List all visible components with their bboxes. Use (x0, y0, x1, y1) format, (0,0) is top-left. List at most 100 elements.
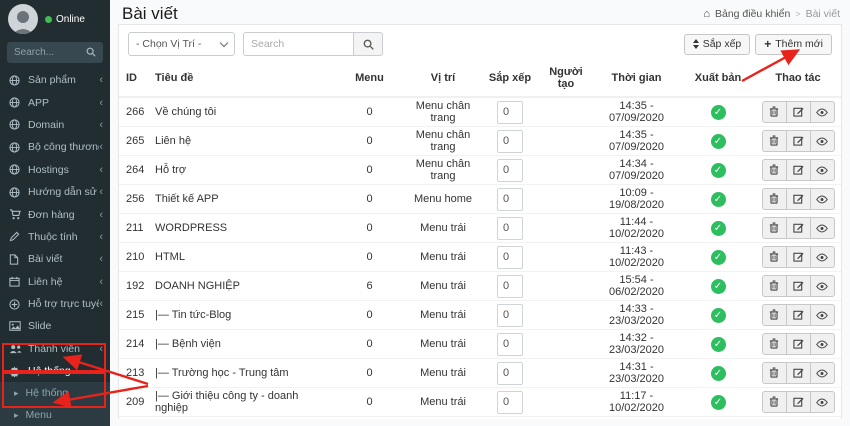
eye-button[interactable] (810, 188, 835, 210)
trash-icon (769, 163, 779, 178)
eye-button[interactable] (810, 130, 835, 152)
edit-button[interactable] (786, 391, 811, 413)
order-input[interactable] (497, 101, 523, 124)
breadcrumb-root[interactable]: Bảng điều khiển (715, 8, 790, 20)
column-header: Thời gian (592, 62, 681, 97)
cell-published: ✓ (681, 97, 755, 127)
cell-published: ✓ (681, 243, 755, 272)
sidebar-item[interactable]: APP‹ (0, 91, 110, 113)
sidebar-item[interactable]: Bộ công thương‹ (0, 136, 110, 158)
trash-button[interactable] (762, 333, 787, 355)
order-input[interactable] (497, 130, 523, 153)
sidebar-item[interactable]: Đơn hàng‹ (0, 203, 110, 225)
chevron-left-icon: ‹ (99, 253, 103, 265)
sidebar-item[interactable]: Hỗ trợ trực tuyến‹ (0, 293, 110, 315)
published-check-icon: ✓ (711, 221, 726, 236)
cell-id: 213 (119, 359, 148, 388)
eye-button[interactable] (810, 101, 835, 123)
cell-creator (540, 156, 592, 185)
trash-button[interactable] (762, 391, 787, 413)
cell-time: 14:31 - 23/03/2020 (592, 359, 681, 388)
trash-button[interactable] (762, 304, 787, 326)
eye-button[interactable] (810, 362, 835, 384)
sidebar-item[interactable]: Slide (0, 315, 110, 337)
chevron-left-icon: ‹ (99, 97, 103, 109)
sidebar-item[interactable]: Sản phẩm‹ (0, 69, 110, 91)
caret-right-icon: ▸ (14, 388, 19, 399)
trash-icon (769, 308, 779, 323)
sidebar-item[interactable]: Hostings‹ (0, 159, 110, 181)
eye-button[interactable] (810, 159, 835, 181)
sidebar-item[interactable]: Bài viết‹ (0, 248, 110, 270)
add-new-button[interactable]: + Thêm mới (755, 34, 832, 55)
search-icon[interactable] (86, 44, 96, 62)
eye-button[interactable] (810, 391, 835, 413)
eye-button[interactable] (810, 304, 835, 326)
position-select[interactable]: - Chọn Vị Trí - (128, 32, 235, 56)
trash-icon (769, 279, 779, 294)
trash-button[interactable] (762, 159, 787, 181)
edit-button[interactable] (786, 246, 811, 268)
order-input[interactable] (497, 217, 523, 240)
search-button[interactable] (353, 32, 383, 56)
sort-button[interactable]: Sắp xếp (684, 34, 751, 55)
eye-button[interactable] (810, 333, 835, 355)
edit-button[interactable] (786, 188, 811, 210)
cell-time: 11:17 - 10/02/2020 (592, 388, 681, 417)
order-input[interactable] (497, 188, 523, 211)
eye-button[interactable] (810, 246, 835, 268)
gear-icon (9, 366, 22, 377)
edit-button[interactable] (786, 130, 811, 152)
trash-button[interactable] (762, 275, 787, 297)
sidebar-item-label: Hệ thống (28, 365, 99, 377)
breadcrumb: ⌂ Bảng điều khiển > Bài viết (703, 8, 840, 20)
cell-published: ✓ (681, 214, 755, 243)
order-input[interactable] (497, 362, 523, 385)
cell-creator (540, 185, 592, 214)
globe-icon (9, 164, 22, 175)
cell-title: Liên hệ (148, 127, 333, 156)
trash-button[interactable] (762, 188, 787, 210)
sidebar-search-input[interactable] (14, 47, 86, 58)
trash-button[interactable] (762, 362, 787, 384)
sidebar-subitem[interactable]: ▸Menu (0, 404, 110, 426)
edit-button[interactable] (786, 362, 811, 384)
edit-button[interactable] (786, 275, 811, 297)
trash-button[interactable] (762, 246, 787, 268)
sidebar-item[interactable]: Domain‹ (0, 114, 110, 136)
sidebar-search[interactable] (7, 42, 103, 63)
edit-button[interactable] (786, 217, 811, 239)
order-input[interactable] (497, 304, 523, 327)
sidebar-item[interactable]: Liên hệ‹ (0, 271, 110, 293)
order-input[interactable] (497, 246, 523, 269)
edit-button[interactable] (786, 304, 811, 326)
eye-button[interactable] (810, 275, 835, 297)
sidebar-subitem[interactable]: ▸Hệ thống (0, 382, 110, 404)
sidebar-item[interactable]: Hệ thống‹ (0, 360, 110, 382)
sidebar-item[interactable]: Hướng dẫn sử dụng‹ (0, 181, 110, 203)
table-row: 208|— Bất động sản0Menu trái11:16 - 10/0… (119, 417, 841, 420)
published-check-icon: ✓ (711, 366, 726, 381)
order-input[interactable] (497, 275, 523, 298)
trash-button[interactable] (762, 130, 787, 152)
eye-button[interactable] (810, 217, 835, 239)
sidebar-item[interactable]: Thuộc tính‹ (0, 226, 110, 248)
eye-icon (816, 134, 828, 149)
cell-time: 14:32 - 23/03/2020 (592, 330, 681, 359)
sidebar-item[interactable]: Thành viên‹ (0, 338, 110, 360)
edit-button[interactable] (786, 333, 811, 355)
cell-creator (540, 97, 592, 127)
search-input[interactable] (243, 32, 353, 56)
cell-published: ✓ (681, 359, 755, 388)
trash-button[interactable] (762, 101, 787, 123)
user-avatar[interactable] (8, 4, 38, 34)
eye-icon (816, 221, 828, 236)
edit-button[interactable] (786, 101, 811, 123)
online-status-label: Online (56, 14, 85, 25)
order-input[interactable] (497, 333, 523, 356)
search-icon (363, 39, 374, 50)
edit-button[interactable] (786, 159, 811, 181)
trash-button[interactable] (762, 217, 787, 239)
order-input[interactable] (497, 159, 523, 182)
order-input[interactable] (497, 391, 523, 414)
